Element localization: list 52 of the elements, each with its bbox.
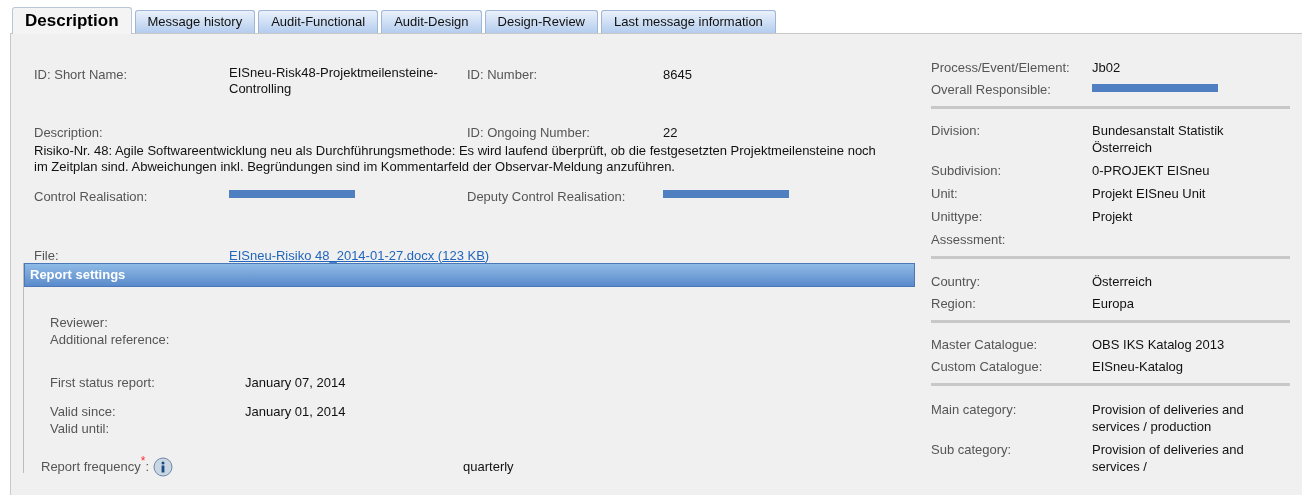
field-label: Deputy Control Realisation:: [467, 187, 627, 206]
file-link[interactable]: EISneu-Risiko 48_2014-01-27.docx (123 KB): [229, 248, 490, 263]
field-value: Bundesanstalt Statistik Österreich: [1092, 122, 1225, 156]
field-value: EISneu-Risk48-Projektmeilensteine-Controlling: [229, 65, 439, 98]
field-value: Jb02: [1092, 59, 1122, 76]
field-label: Additional reference:: [50, 330, 171, 348]
field-label: Process/Event/Element:: [931, 59, 1071, 76]
field-label: Subdivision:: [931, 162, 1003, 179]
field-value: 0-PROJEKT EISneu: [1092, 162, 1211, 179]
tab[interactable]: Description: [12, 7, 132, 34]
field-label: Reviewer:: [50, 313, 109, 331]
field-label: Division:: [931, 122, 982, 140]
field-value: 22: [663, 124, 679, 142]
field-value: OBS IKS Katalog 2013: [1092, 336, 1226, 353]
field-value: Projekt: [1092, 208, 1134, 225]
field-value: January 01, 2014: [245, 402, 347, 420]
tab[interactable]: Design-Review: [484, 10, 598, 33]
tab[interactable]: Audit-Design: [381, 10, 482, 33]
info-icon[interactable]: [153, 456, 174, 477]
field-value: Provision of deliveries and services / production: [1092, 401, 1245, 435]
field-value: Österreich: [1092, 273, 1153, 290]
field-label: Assessment:: [931, 231, 1007, 248]
description-text: Risiko-Nr. 48: Agile Softwareentwicklung neu als Durchführungsmethode: Es wird laufend überprüft, ob die festgesetzten Projektmeilensteine noch im Zeitplan sind. Abweichungen inkl. Begründungen sind im Kommentarfeld der Observar-Meldung anzuführen.: [34, 142, 877, 176]
field-value: Provision of deliveries and services /: [1092, 441, 1245, 475]
field-label: First status report:: [50, 373, 156, 391]
field-label: Sub category:: [931, 441, 1013, 459]
field-label: ID: Short Name:: [34, 66, 129, 84]
field-label: Valid since:: [50, 402, 117, 420]
field-value: January 07, 2014: [245, 373, 347, 391]
field-label: Country:: [931, 273, 982, 290]
field-value: quarterly: [463, 458, 514, 475]
field-value: EISneu-Katalog: [1092, 358, 1185, 375]
field-label: Control Realisation:: [34, 187, 149, 206]
field-label: Overall Responsible:: [931, 81, 1052, 98]
section-header: Report settings: [24, 262, 915, 287]
field-label: Description:: [34, 124, 104, 142]
field-label: Main category:: [931, 401, 1018, 419]
field-label: Region:: [931, 295, 977, 312]
tab[interactable]: Last message information: [601, 10, 776, 33]
field-label: Custom Catalogue:: [931, 358, 1044, 375]
field-label: ID: Ongoing Number:: [467, 124, 591, 142]
tab[interactable]: Audit-Functional: [258, 10, 379, 33]
field-value: Projekt EISneu Unit: [1092, 185, 1207, 202]
field-label: Valid until:: [50, 419, 110, 437]
field-label: Master Catalogue:: [931, 336, 1039, 353]
field-value: 8645: [663, 66, 693, 84]
field-label: Unittype:: [931, 208, 984, 225]
field-value: Europa: [1092, 295, 1135, 312]
field-label: ID: Number:: [467, 66, 539, 84]
tab[interactable]: Message history: [134, 10, 256, 33]
field-label: Unit:: [931, 185, 959, 202]
field-label: File:: [34, 248, 60, 263]
